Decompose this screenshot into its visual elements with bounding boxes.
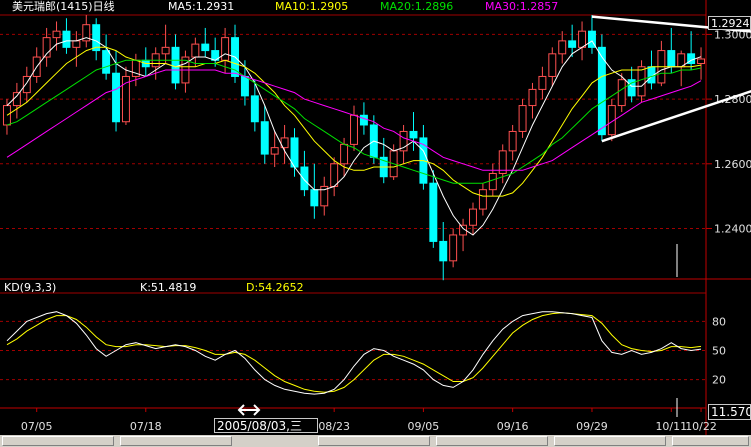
candle-body	[578, 30, 587, 48]
candle-body	[250, 95, 259, 123]
chart-canvas[interactable]: 1.30001.28001.26001.240080502007/05 07/18…	[0, 0, 751, 435]
kd-title: KD(9,3,3)	[4, 281, 57, 294]
candle-body	[201, 43, 210, 52]
k-line	[6, 311, 702, 395]
crosshair-cursor-icon	[237, 404, 261, 416]
kd-tick-label: 50	[712, 345, 726, 358]
candle-body	[102, 50, 111, 74]
candle-body	[558, 40, 567, 55]
candle-body	[637, 66, 646, 97]
candle-body	[330, 163, 339, 187]
current-price-label: 1.2924	[708, 16, 751, 30]
candle-body	[697, 58, 706, 65]
ma5-label: MA5:1.2931	[168, 0, 235, 13]
candle-body	[548, 53, 557, 77]
candle-body	[478, 189, 487, 210]
candle-body	[221, 37, 230, 61]
candle-body	[350, 114, 358, 145]
scrollbar-segment[interactable]	[436, 436, 548, 446]
x-tick-label: 10/11	[655, 420, 687, 433]
candle-body	[62, 30, 71, 48]
candle-body	[359, 114, 368, 126]
candle-body	[508, 130, 517, 152]
candle-body	[161, 46, 170, 55]
candle-body	[300, 166, 309, 191]
x-tick-label: 09/29	[576, 420, 608, 433]
x-tick-label: 09/16	[497, 420, 529, 433]
scrollbar-segment[interactable]	[120, 436, 232, 446]
d-value-label: D:54.2652	[246, 281, 304, 294]
scrollbar-segment[interactable]	[2, 436, 114, 446]
candle-body	[449, 234, 458, 262]
scrollbar-segment[interactable]	[554, 436, 666, 446]
x-tick-label: 10/22	[685, 420, 717, 433]
candle-body	[171, 46, 180, 84]
kd-tick-label: 80	[712, 315, 726, 328]
candle-body	[191, 43, 200, 58]
candle-body	[617, 79, 626, 107]
cursor-value-label: 11.570	[708, 404, 751, 420]
candle-body	[112, 72, 120, 123]
candle-body	[260, 121, 269, 155]
chart-title: 美元瑞郎(1415)日线	[12, 0, 115, 13]
candle-body	[240, 75, 249, 97]
candle-body	[518, 105, 527, 132]
candle-body	[568, 40, 577, 48]
candle-body	[528, 88, 537, 107]
d-line	[6, 312, 702, 393]
cursor-date-tooltip: 2005/08/03,三	[214, 418, 318, 433]
candle-body	[12, 92, 21, 107]
ma30-label: MA30:1.2857	[485, 0, 559, 13]
scrollbar-segment[interactable]	[672, 436, 749, 446]
candle-body	[92, 24, 101, 52]
ma10-label: MA10:1.2905	[275, 0, 349, 13]
stock-chart-window: 1.3000 1.2800 1.2600 1.2400 80 50 20 07/05 07/18…	[0, 0, 751, 447]
x-tick-label: 08/23	[318, 420, 350, 433]
price-tick-label: 1.2800	[714, 93, 751, 106]
scrollbar-segment[interactable]	[318, 436, 430, 446]
candle-body	[270, 147, 279, 155]
bottom-scrollbar[interactable]	[0, 435, 751, 447]
candle-body	[310, 189, 319, 207]
candle-body	[340, 143, 349, 165]
kd-tick-label: 20	[712, 374, 726, 387]
candle-body	[469, 208, 477, 226]
candle-body	[52, 30, 61, 39]
price-tick-label: 1.2400	[714, 222, 751, 235]
candle-body	[72, 40, 81, 48]
x-tick-label: 07/05	[21, 420, 53, 433]
price-tick-label: 1.2600	[714, 158, 751, 171]
candle-body	[439, 240, 448, 262]
candle-body	[429, 182, 438, 242]
k-value-label: K:51.4819	[140, 281, 197, 294]
candle-body	[488, 172, 497, 191]
x-tick-label: 07/18	[130, 420, 162, 433]
candle-body	[667, 50, 676, 68]
candle-body	[2, 105, 11, 126]
x-tick-label: 09/05	[408, 420, 440, 433]
candle-body	[409, 130, 418, 139]
candle-body	[538, 75, 547, 90]
ma20-label: MA20:1.2896	[380, 0, 454, 13]
